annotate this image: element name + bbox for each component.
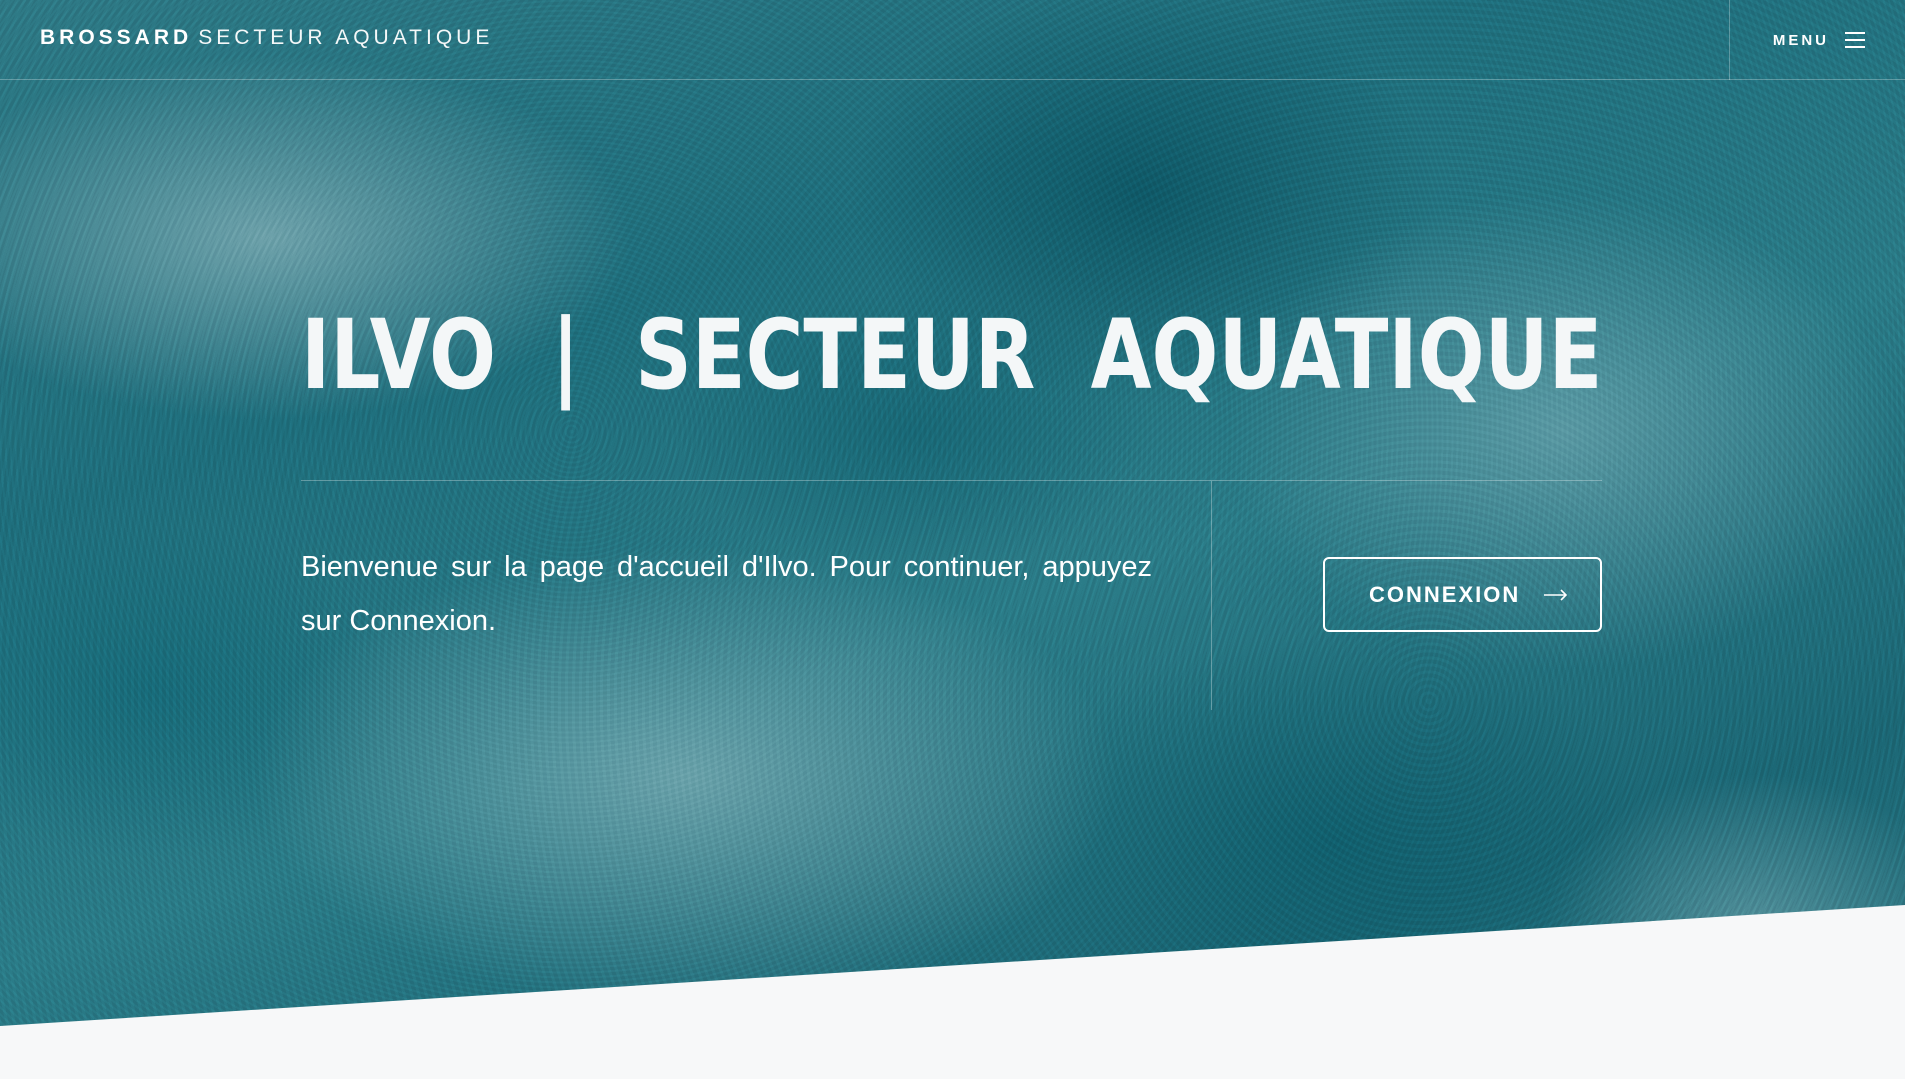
connexion-button[interactable]: CONNEXION [1323, 557, 1602, 632]
horizontal-divider [301, 480, 1602, 481]
intro-text: Bienvenue sur la page d'accueil d'Ilvo. … [301, 551, 1152, 637]
page-title: ILVO | SECTEUR AQUATIQUE [301, 290, 1602, 420]
menu-label: MENU [1772, 31, 1829, 49]
brand-tagline: SECTEUR AQUATIQUE [198, 26, 494, 49]
title-word-secteur: SECTEUR [635, 299, 1036, 411]
site-header: BROSSARD SECTEUR AQUATIQUE MENU [0, 0, 1905, 80]
vertical-divider [1211, 481, 1212, 710]
brand-name: BROSSARD [40, 26, 193, 49]
arrow-right-icon [1544, 588, 1568, 601]
connexion-label: CONNEXION [1369, 581, 1521, 607]
brand-logo[interactable]: BROSSARD SECTEUR AQUATIQUE [40, 26, 493, 50]
title-word-ilvo: ILVO [301, 299, 497, 411]
title-separator: | [551, 299, 580, 411]
menu-button[interactable]: MENU [1730, 0, 1905, 80]
hamburger-icon [1845, 32, 1865, 48]
title-word-aquatique: AQUATIQUE [1090, 299, 1603, 411]
